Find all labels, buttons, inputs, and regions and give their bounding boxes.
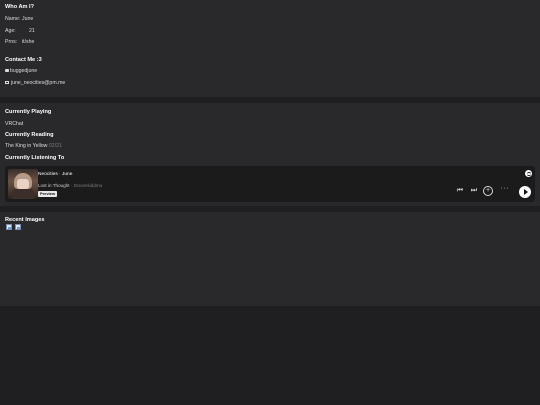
broken-image-icon[interactable] — [6, 224, 12, 230]
preview-badge: Preview — [38, 191, 58, 197]
skip-forward-icon[interactable]: ⏭ — [471, 187, 477, 194]
name-value: June — [22, 16, 34, 22]
add-icon[interactable]: + — [483, 186, 493, 196]
whoami-heading: Who Am I? — [5, 4, 34, 10]
reading-heading: Currently Reading — [5, 132, 54, 138]
spotify-embed[interactable]: Neocities · June Lost in Thought · Dream… — [5, 166, 535, 202]
reading-title: The King in Yellow — [5, 143, 48, 149]
more-icon[interactable]: ··· — [501, 185, 510, 192]
playlist-title[interactable]: Neocities · June — [38, 172, 72, 177]
reading-row: The King in Yellow 02/21 — [5, 143, 62, 149]
recent-images-heading: Recent Images — [5, 217, 45, 223]
envelope-icon — [5, 81, 9, 85]
listening-heading: Currently Listening To — [5, 155, 65, 161]
chat-bubble-icon — [5, 69, 9, 73]
album-art — [8, 169, 38, 199]
track-title[interactable]: Lost in Thought — [38, 183, 70, 188]
age-value: 21 — [29, 28, 35, 34]
status-panel: Currently Playing VRChat Currently Readi… — [0, 103, 540, 206]
reading-progress: 02/21 — [48, 143, 62, 149]
discord-handle: buggedjune — [10, 68, 38, 74]
playing-value: VRChat — [5, 121, 24, 127]
recent-images-panel: Recent Images — [0, 212, 540, 306]
contact-heading: Contact Me :3 — [5, 57, 42, 63]
email-link: june_neocities@pm.me — [11, 80, 66, 86]
age-label: Age: — [5, 28, 16, 34]
play-icon[interactable] — [519, 186, 531, 198]
email-row[interactable]: june_neocities@pm.me — [5, 80, 65, 86]
pronouns-value: it/she — [22, 39, 35, 45]
skip-back-icon[interactable]: ⏮ — [457, 187, 463, 194]
name-label: Name: — [5, 16, 21, 22]
discord-row[interactable]: buggedjune — [5, 68, 37, 74]
playing-heading: Currently Playing — [5, 109, 52, 115]
spotify-logo-icon[interactable] — [525, 170, 532, 177]
about-panel: Who Am I? Name: June Age: 21 Prns: it/sh… — [0, 0, 540, 97]
pronouns-label: Prns: — [5, 39, 18, 45]
artist-name[interactable]: Dreamkiddmo — [74, 183, 103, 188]
track-line: Lost in Thought · Dreamkiddmo — [38, 183, 103, 188]
broken-image-icon[interactable] — [15, 224, 21, 230]
